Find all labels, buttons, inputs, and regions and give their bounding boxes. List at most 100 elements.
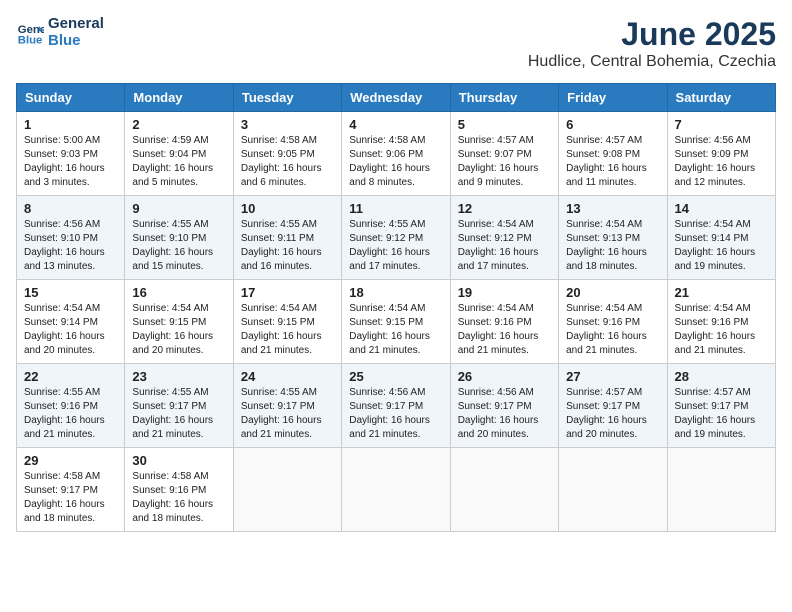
calendar-cell: 15 Sunrise: 4:54 AM Sunset: 9:14 PM Dayli…: [17, 280, 125, 364]
calendar-cell: 13 Sunrise: 4:54 AM Sunset: 9:13 PM Dayli…: [559, 196, 667, 280]
day-number: 13: [566, 201, 659, 216]
day-number: 1: [24, 117, 117, 132]
day-number: 8: [24, 201, 117, 216]
day-info: Sunrise: 4:57 AM Sunset: 9:08 PM Dayligh…: [566, 134, 659, 190]
day-number: 14: [675, 201, 768, 216]
calendar-cell: 16 Sunrise: 4:54 AM Sunset: 9:15 PM Dayli…: [125, 280, 233, 364]
day-number: 6: [566, 117, 659, 132]
day-info: Sunrise: 4:56 AM Sunset: 9:09 PM Dayligh…: [675, 134, 768, 190]
calendar-cell: 25 Sunrise: 4:56 AM Sunset: 9:17 PM Dayli…: [342, 364, 450, 448]
logo-icon: General Blue: [16, 19, 44, 47]
day-info: Sunrise: 4:54 AM Sunset: 9:15 PM Dayligh…: [349, 302, 442, 358]
calendar-cell: 7 Sunrise: 4:56 AM Sunset: 9:09 PM Daylig…: [667, 112, 775, 196]
calendar-cell: 12 Sunrise: 4:54 AM Sunset: 9:12 PM Dayli…: [450, 196, 558, 280]
day-info: Sunrise: 4:54 AM Sunset: 9:15 PM Dayligh…: [241, 302, 334, 358]
day-number: 2: [132, 117, 225, 132]
day-number: 29: [24, 453, 117, 468]
day-number: 4: [349, 117, 442, 132]
calendar-cell: 27 Sunrise: 4:57 AM Sunset: 9:17 PM Dayli…: [559, 364, 667, 448]
day-info: Sunrise: 4:54 AM Sunset: 9:13 PM Dayligh…: [566, 218, 659, 274]
calendar-cell: 2 Sunrise: 4:59 AM Sunset: 9:04 PM Daylig…: [125, 112, 233, 196]
page-header: General Blue General Blue June 2025 Hudl…: [16, 16, 776, 71]
day-number: 15: [24, 285, 117, 300]
day-info: Sunrise: 5:00 AM Sunset: 9:03 PM Dayligh…: [24, 134, 117, 190]
calendar-cell: 10Sunrise: 4:55 AM Sunset: 9:11 PM Dayli…: [233, 196, 341, 280]
day-info: Sunrise: 4:58 AM Sunset: 9:05 PM Dayligh…: [241, 134, 334, 190]
day-info: Sunrise: 4:58 AM Sunset: 9:06 PM Dayligh…: [349, 134, 442, 190]
calendar-cell: 1 Sunrise: 5:00 AM Sunset: 9:03 PM Daylig…: [17, 112, 125, 196]
logo: General Blue General Blue: [16, 16, 104, 49]
calendar-cell: 23Sunrise: 4:55 AM Sunset: 9:17 PM Dayli…: [125, 364, 233, 448]
weekday-header-sunday: Sunday: [17, 84, 125, 112]
month-title: June 2025: [528, 16, 776, 53]
weekday-header-thursday: Thursday: [450, 84, 558, 112]
day-number: 28: [675, 369, 768, 384]
day-info: Sunrise: 4:54 AM Sunset: 9:16 PM Dayligh…: [675, 302, 768, 358]
day-info: Sunrise: 4:58 AM Sunset: 9:16 PM Dayligh…: [132, 470, 225, 526]
day-info: Sunrise: 4:59 AM Sunset: 9:04 PM Dayligh…: [132, 134, 225, 190]
calendar-cell: 9Sunrise: 4:55 AM Sunset: 9:10 PM Daylig…: [125, 196, 233, 280]
weekday-header-tuesday: Tuesday: [233, 84, 341, 112]
day-number: 30: [132, 453, 225, 468]
day-number: 5: [458, 117, 551, 132]
day-info: Sunrise: 4:54 AM Sunset: 9:16 PM Dayligh…: [458, 302, 551, 358]
weekday-header-saturday: Saturday: [667, 84, 775, 112]
day-info: Sunrise: 4:54 AM Sunset: 9:16 PM Dayligh…: [566, 302, 659, 358]
calendar-cell: 28 Sunrise: 4:57 AM Sunset: 9:17 PM Dayli…: [667, 364, 775, 448]
calendar-cell: 19 Sunrise: 4:54 AM Sunset: 9:16 PM Dayli…: [450, 280, 558, 364]
day-info: Sunrise: 4:54 AM Sunset: 9:12 PM Dayligh…: [458, 218, 551, 274]
day-number: 18: [349, 285, 442, 300]
day-number: 25: [349, 369, 442, 384]
location-title: Hudlice, Central Bohemia, Czechia: [528, 53, 776, 71]
calendar-cell: 18 Sunrise: 4:54 AM Sunset: 9:15 PM Dayli…: [342, 280, 450, 364]
day-info: Sunrise: 4:57 AM Sunset: 9:17 PM Dayligh…: [675, 386, 768, 442]
weekday-header-monday: Monday: [125, 84, 233, 112]
weekday-header-wednesday: Wednesday: [342, 84, 450, 112]
calendar-cell: 29Sunrise: 4:58 AM Sunset: 9:17 PM Dayli…: [17, 448, 125, 532]
day-info: Sunrise: 4:57 AM Sunset: 9:17 PM Dayligh…: [566, 386, 659, 442]
calendar-cell: [342, 448, 450, 532]
day-info: Sunrise: 4:55 AM Sunset: 9:17 PM Dayligh…: [241, 386, 334, 442]
day-number: 24: [241, 369, 334, 384]
day-number: 16: [132, 285, 225, 300]
svg-text:Blue: Blue: [18, 34, 43, 46]
day-number: 12: [458, 201, 551, 216]
calendar-cell: 26 Sunrise: 4:56 AM Sunset: 9:17 PM Dayli…: [450, 364, 558, 448]
day-info: Sunrise: 4:55 AM Sunset: 9:12 PM Dayligh…: [349, 218, 442, 274]
day-number: 11: [349, 201, 442, 216]
calendar-cell: 4 Sunrise: 4:58 AM Sunset: 9:06 PM Daylig…: [342, 112, 450, 196]
day-info: Sunrise: 4:55 AM Sunset: 9:11 PM Dayligh…: [241, 218, 334, 274]
day-info: Sunrise: 4:54 AM Sunset: 9:14 PM Dayligh…: [675, 218, 768, 274]
calendar-cell: 20Sunrise: 4:54 AM Sunset: 9:16 PM Dayli…: [559, 280, 667, 364]
day-info: Sunrise: 4:55 AM Sunset: 9:10 PM Dayligh…: [132, 218, 225, 274]
day-number: 22: [24, 369, 117, 384]
calendar-cell: [233, 448, 341, 532]
calendar-cell: 30 Sunrise: 4:58 AM Sunset: 9:16 PM Dayli…: [125, 448, 233, 532]
calendar-cell: [450, 448, 558, 532]
day-info: Sunrise: 4:56 AM Sunset: 9:10 PM Dayligh…: [24, 218, 117, 274]
day-info: Sunrise: 4:56 AM Sunset: 9:17 PM Dayligh…: [458, 386, 551, 442]
day-info: Sunrise: 4:55 AM Sunset: 9:17 PM Dayligh…: [132, 386, 225, 442]
calendar-cell: 21Sunrise: 4:54 AM Sunset: 9:16 PM Dayli…: [667, 280, 775, 364]
calendar-cell: 14 Sunrise: 4:54 AM Sunset: 9:14 PM Dayli…: [667, 196, 775, 280]
calendar-cell: 8 Sunrise: 4:56 AM Sunset: 9:10 PM Daylig…: [17, 196, 125, 280]
weekday-header-friday: Friday: [559, 84, 667, 112]
day-info: Sunrise: 4:57 AM Sunset: 9:07 PM Dayligh…: [458, 134, 551, 190]
calendar-cell: 22 Sunrise: 4:55 AM Sunset: 9:16 PM Dayli…: [17, 364, 125, 448]
calendar-cell: 5 Sunrise: 4:57 AM Sunset: 9:07 PM Daylig…: [450, 112, 558, 196]
weekday-header-row: SundayMondayTuesdayWednesdayThursdayFrid…: [17, 84, 776, 112]
day-info: Sunrise: 4:54 AM Sunset: 9:14 PM Dayligh…: [24, 302, 117, 358]
day-number: 26: [458, 369, 551, 384]
day-info: Sunrise: 4:54 AM Sunset: 9:15 PM Dayligh…: [132, 302, 225, 358]
logo-line2: Blue: [48, 33, 104, 50]
calendar-cell: 3 Sunrise: 4:58 AM Sunset: 9:05 PM Daylig…: [233, 112, 341, 196]
calendar-cell: 6 Sunrise: 4:57 AM Sunset: 9:08 PM Daylig…: [559, 112, 667, 196]
day-number: 3: [241, 117, 334, 132]
day-info: Sunrise: 4:56 AM Sunset: 9:17 PM Dayligh…: [349, 386, 442, 442]
day-number: 27: [566, 369, 659, 384]
day-number: 19: [458, 285, 551, 300]
logo-line1: General: [48, 16, 104, 33]
calendar-cell: [667, 448, 775, 532]
day-number: 7: [675, 117, 768, 132]
day-info: Sunrise: 4:55 AM Sunset: 9:16 PM Dayligh…: [24, 386, 117, 442]
